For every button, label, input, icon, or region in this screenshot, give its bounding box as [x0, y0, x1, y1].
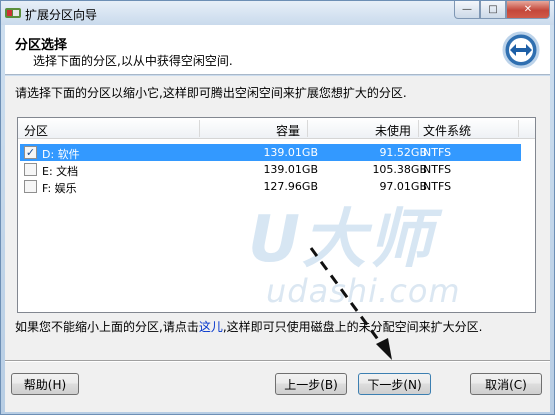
partition-checkbox-d[interactable]: ✓	[24, 146, 37, 159]
window-controls: — □ ✕	[454, 1, 550, 20]
double-arrow-icon	[502, 31, 540, 69]
close-icon: ✕	[523, 4, 533, 15]
partition-checkbox-e[interactable]	[24, 163, 37, 176]
partition-row-d[interactable]: ✓ D: 软件 139.01GB 91.52GB NTFS	[20, 144, 521, 161]
wizard-header: 分区选择 选择下面的分区,以从中获得空闲空间.	[5, 25, 550, 75]
column-header-unused[interactable]: 未使用	[375, 122, 411, 139]
partition-row-e[interactable]: E: 文档 139.01GB 105.38GB NTFS	[20, 161, 521, 178]
partition-app-icon	[5, 8, 21, 18]
column-divider[interactable]	[199, 120, 200, 137]
watermark-url: udashi.com	[266, 272, 461, 310]
column-header-capacity[interactable]: 容量	[276, 122, 300, 139]
page-subtitle: 选择下面的分区,以从中获得空闲空间.	[33, 54, 233, 68]
maximize-button[interactable]: □	[480, 1, 506, 19]
column-divider[interactable]	[418, 120, 419, 137]
partition-checkbox-f[interactable]	[24, 180, 37, 193]
partition-name: D: 软件	[42, 148, 80, 161]
button-bar: 帮助(H) 上一步(B) 下一步(N) 取消(C)	[5, 362, 550, 412]
maximize-icon: □	[488, 4, 498, 15]
footnote-after: ,这样即可只使用磁盘上的未分配空间来扩大分区.	[222, 320, 483, 334]
here-link[interactable]: 这儿	[199, 320, 223, 334]
help-button[interactable]: 帮助(H)	[11, 373, 79, 395]
instruction-text: 请选择下面的分区以缩小它,这样即可腾出空闲空间来扩展您想扩大的分区.	[15, 86, 407, 100]
column-divider[interactable]	[518, 120, 519, 137]
partition-capacity: 139.01GB	[263, 146, 318, 159]
title-bar: 扩展分区向导 — □ ✕	[1, 1, 554, 25]
partition-name: E: 文档	[42, 165, 79, 178]
column-header-filesystem[interactable]: 文件系统	[423, 122, 471, 139]
udashi-watermark: U大师 udashi.com	[236, 184, 535, 312]
window-title: 扩展分区向导	[25, 8, 98, 22]
partition-capacity: 139.01GB	[263, 163, 318, 176]
footnote-before: 如果您不能缩小上面的分区,请点击	[15, 320, 199, 334]
page-title: 分区选择	[15, 38, 68, 53]
footnote-text: 如果您不能缩小上面的分区,请点击这儿,这样即可只使用磁盘上的未分配空间来扩大分区…	[15, 318, 482, 335]
partition-unused: 91.52GB	[379, 146, 427, 159]
back-button[interactable]: 上一步(B)	[275, 373, 347, 395]
close-button[interactable]: ✕	[506, 1, 550, 19]
column-headers: 分区 容量 未使用 文件系统	[18, 118, 535, 139]
minimize-button[interactable]: —	[454, 1, 480, 19]
column-divider[interactable]	[307, 120, 308, 137]
next-button[interactable]: 下一步(N)	[358, 373, 431, 395]
partition-list[interactable]: 分区 容量 未使用 文件系统 ✓ D: 软件 139.01GB 91.52GB …	[17, 117, 536, 313]
wizard-content: 请选择下面的分区以缩小它,这样即可腾出空闲空间来扩展您想扩大的分区. 分区 容量…	[5, 76, 550, 360]
partition-unused: 105.38GB	[372, 163, 427, 176]
column-header-partition[interactable]: 分区	[24, 122, 48, 139]
partition-filesystem: NTFS	[423, 163, 452, 176]
partition-filesystem: NTFS	[423, 146, 452, 159]
watermark-logo: U大师	[248, 203, 434, 277]
minimize-icon: —	[462, 4, 472, 15]
partition-name: F: 娱乐	[42, 182, 77, 195]
wizard-window: 扩展分区向导 — □ ✕ 分区选择 选择下面的分区,以从中获得空闲空间. 请选择…	[0, 0, 555, 415]
cancel-button[interactable]: 取消(C)	[470, 373, 542, 395]
